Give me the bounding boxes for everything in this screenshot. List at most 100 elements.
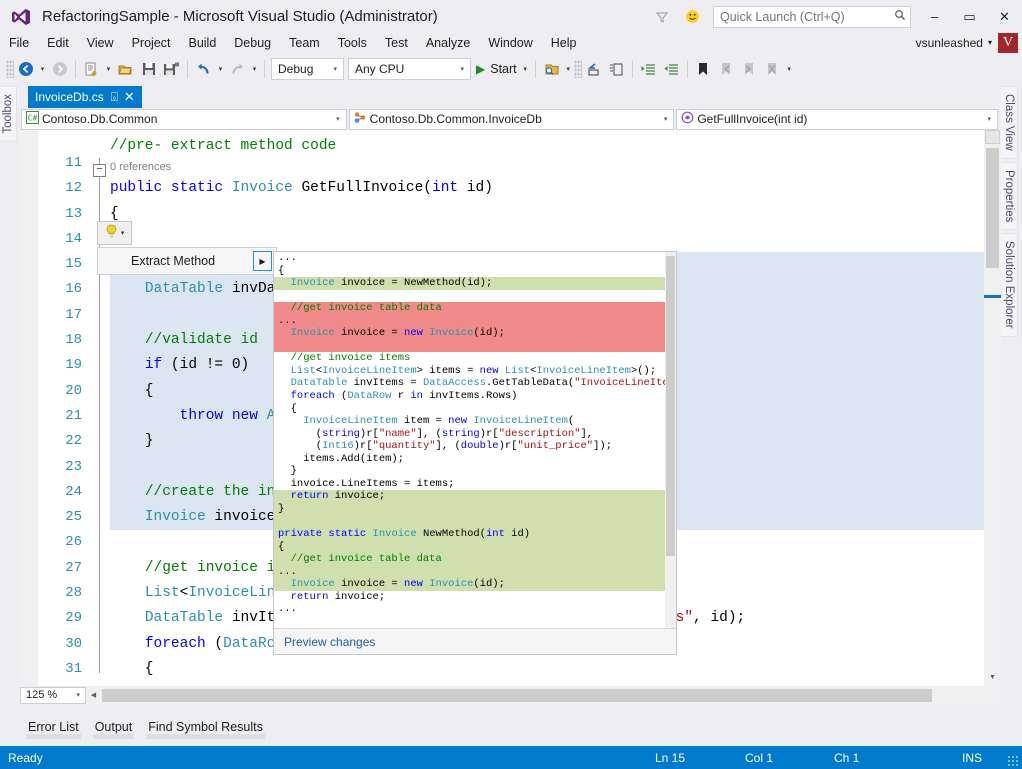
scroll-down-arrow[interactable]: ▼ [984, 669, 1001, 686]
save-icon[interactable] [137, 58, 160, 80]
preview-line: { [278, 402, 297, 415]
dock-tab-class-view[interactable]: Class View [1001, 86, 1018, 159]
quick-launch-box[interactable] [713, 5, 911, 28]
toolbar-grip[interactable] [6, 60, 14, 78]
quick-actions-menu[interactable]: Extract Method ▶ [97, 247, 277, 275]
undo-icon[interactable] [192, 58, 215, 80]
minimize-button[interactable]: – [917, 0, 952, 33]
chevron-down-icon[interactable]: ▾ [454, 65, 470, 73]
tool-tab-find-symbol-results[interactable]: Find Symbol Results [140, 718, 271, 739]
menu-item-analyze[interactable]: Analyze [417, 34, 479, 52]
navbar-namespace-combo[interactable]: C# Contoso.Db.Common ▾ [21, 108, 347, 130]
scrollbar-thumb[interactable] [986, 148, 999, 268]
code-line: { [110, 660, 154, 677]
new-project-dropdown[interactable]: ▾ [103, 65, 114, 73]
submenu-arrow-icon[interactable]: ▶ [253, 251, 272, 271]
scrollbar-thumb[interactable] [102, 688, 932, 702]
tool-tab-error-list[interactable]: Error List [20, 718, 87, 739]
editor-vertical-scrollbar[interactable]: ▲ ▼ [984, 130, 1001, 686]
find-dropdown[interactable]: ▾ [563, 65, 574, 73]
maximize-button[interactable]: ▭ [952, 0, 987, 33]
smiley-icon[interactable] [677, 0, 707, 33]
redo-dropdown[interactable]: ▾ [249, 65, 260, 73]
chevron-down-icon[interactable]: ▾ [330, 115, 346, 123]
navbar-member-combo[interactable]: GetFullInvoice(int id) ▾ [676, 108, 999, 130]
menu-item-test[interactable]: Test [376, 34, 417, 52]
editor-split-handle[interactable] [985, 130, 1000, 144]
dock-tab-properties[interactable]: Properties [1001, 161, 1018, 231]
menu-item-build[interactable]: Build [179, 34, 225, 52]
toolbar-grip[interactable] [573, 60, 582, 78]
toolbar-separator [686, 60, 688, 78]
outlining-collapse-toggle[interactable]: − [93, 164, 106, 177]
chevron-down-icon[interactable]: ▾ [71, 691, 85, 699]
code-line: //pre- extract method code [110, 138, 337, 154]
menu-item-help[interactable]: Help [542, 34, 586, 52]
close-icon[interactable]: ✕ [124, 89, 135, 105]
navigate-forward-icon[interactable] [48, 58, 71, 80]
zoom-level-combo[interactable]: 125 % ▾ [20, 686, 86, 704]
menu-item-edit[interactable]: Edit [38, 34, 78, 52]
tool-tab-output[interactable]: Output [87, 718, 141, 739]
chevron-down-icon[interactable]: ▾ [327, 65, 343, 73]
scrollbar-thumb[interactable] [666, 256, 675, 556]
lightbulb-dropdown-caret[interactable]: ▾ [121, 229, 125, 237]
resize-grip[interactable] [1007, 755, 1019, 767]
menu-item-tools[interactable]: Tools [329, 34, 376, 52]
scrollbar-caret-marker [984, 295, 1001, 298]
menu-item-view[interactable]: View [78, 34, 123, 52]
funnel-icon[interactable] [647, 0, 677, 33]
previous-bookmark-icon[interactable] [715, 58, 738, 80]
navbar-type-combo[interactable]: Contoso.Db.Common.InvoiceDb ▾ [348, 108, 675, 130]
toolbar-overflow-button[interactable]: ▾ [784, 65, 795, 73]
comment-selection-icon[interactable] [605, 58, 628, 80]
avatar[interactable]: V [998, 32, 1018, 53]
dock-tab-toolbox[interactable]: Toolbox [0, 86, 17, 142]
preview-line: { [274, 540, 676, 554]
preview-vertical-scrollbar[interactable] [665, 252, 676, 630]
document-tab-invoicedb[interactable]: InvoiceDb.cs ⌻ ✕ [28, 86, 142, 108]
menu-item-team[interactable]: Team [280, 34, 329, 52]
clear-bookmarks-icon[interactable] [761, 58, 784, 80]
start-dropdown[interactable]: ▾ [520, 65, 531, 73]
dock-tab-solution-explorer[interactable]: Solution Explorer [1001, 233, 1018, 337]
refactoring-preview-popup[interactable]: ... { Invoice invoice = NewMethod(id); /… [273, 251, 677, 655]
save-all-icon[interactable] [160, 58, 183, 80]
decrease-indent-icon[interactable] [660, 58, 683, 80]
chevron-down-icon[interactable]: ▾ [982, 115, 998, 123]
open-file-icon[interactable] [114, 58, 137, 80]
preview-changes-link[interactable]: Preview changes [284, 635, 375, 649]
chevron-down-icon[interactable]: ▾ [658, 115, 674, 123]
line-number: 14 [65, 230, 82, 247]
start-debug-button[interactable]: ▶ Start [473, 62, 520, 76]
navigate-back-icon[interactable] [14, 58, 37, 80]
solution-platform-combo[interactable]: Any CPU ▾ [348, 58, 471, 80]
preview-line: return invoice; [290, 590, 386, 603]
bookmark-icon[interactable] [692, 58, 715, 80]
start-label: Start [490, 62, 517, 76]
menu-item-window[interactable]: Window [479, 34, 541, 52]
navigate-back-dropdown[interactable]: ▾ [37, 65, 48, 73]
pin-icon[interactable]: ⌻ [111, 90, 118, 105]
menu-item-debug[interactable]: Debug [225, 34, 280, 52]
quick-launch-input[interactable] [714, 9, 890, 24]
menu-item-file[interactable]: File [0, 34, 38, 52]
redo-icon[interactable] [226, 58, 249, 80]
new-project-icon[interactable] [80, 58, 103, 80]
close-button[interactable]: ✕ [987, 0, 1022, 33]
chevron-down-icon[interactable]: ▾ [988, 38, 992, 47]
find-in-files-icon[interactable] [540, 58, 563, 80]
codelens-references[interactable]: 0 references [110, 159, 1001, 176]
editor-horizontal-scrollbar[interactable]: ◀ [86, 686, 1001, 704]
account-name[interactable]: vsunleashed [916, 36, 983, 50]
lightbulb-button[interactable]: ▾ [97, 221, 132, 245]
menu-item-extract-method[interactable]: Extract Method [131, 254, 215, 268]
magnifier-icon[interactable] [890, 9, 910, 24]
increase-indent-icon[interactable] [637, 58, 660, 80]
solution-configuration-combo[interactable]: Debug ▾ [271, 58, 344, 80]
scroll-left-arrow[interactable]: ◀ [86, 691, 101, 699]
next-bookmark-icon[interactable] [738, 58, 761, 80]
undo-dropdown[interactable]: ▾ [215, 65, 226, 73]
step-into-icon[interactable] [582, 58, 605, 80]
menu-item-project[interactable]: Project [123, 34, 180, 52]
